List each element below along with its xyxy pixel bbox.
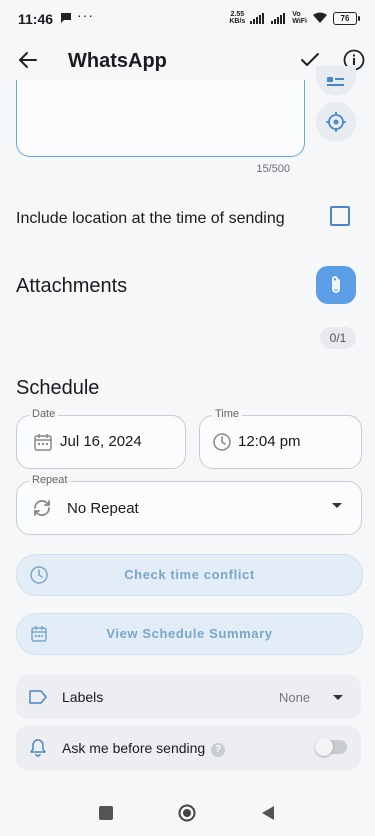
include-location-label: Include location at the time of sending — [16, 210, 285, 227]
attachments-title: Attachments — [16, 275, 128, 297]
attachment-count-badge: 0/1 — [320, 327, 356, 349]
vowifi-bottom: WiFi — [292, 18, 307, 25]
back-arrow-icon[interactable] — [16, 48, 40, 72]
clock-icon — [213, 433, 231, 451]
network-speed: 2.55 KB/s — [229, 11, 245, 25]
network-speed-value: 2.55 — [230, 11, 245, 18]
view-schedule-summary-button[interactable]: View Schedule Summary — [16, 613, 363, 655]
date-field-label: Date — [29, 408, 59, 420]
repeat-value: No Repeat — [67, 500, 139, 517]
check-time-conflict-label: Check time conflict — [124, 567, 255, 582]
dropdown-arrow-icon — [333, 695, 343, 700]
network-speed-unit: KB/s — [229, 18, 246, 25]
time-field-label: Time — [212, 408, 243, 420]
view-schedule-summary-label: View Schedule Summary — [106, 626, 273, 641]
include-location-checkbox[interactable] — [330, 206, 350, 226]
ask-before-sending-label: Ask me before sending? — [62, 740, 226, 757]
status-icons: 2.55 KB/s Vo WiFi 76 — [229, 11, 360, 25]
date-value: Jul 16, 2024 — [60, 433, 142, 450]
vowifi-top: Vo — [292, 11, 301, 18]
check-time-conflict-button[interactable]: Check time conflict — [16, 554, 363, 596]
repeat-icon — [34, 500, 50, 516]
message-notification-icon — [61, 13, 71, 23]
status-bar: 11:46 ··· 2.55 KB/s Vo WiFi 76 — [0, 0, 375, 40]
labels-value: None — [279, 690, 311, 705]
schedule-title: Schedule — [16, 377, 100, 399]
labels-dropdown[interactable]: Labels None — [16, 675, 361, 719]
system-nav-bar — [0, 790, 375, 836]
repeat-dropdown[interactable]: Repeat No Repeat — [16, 474, 362, 535]
nav-square-icon[interactable] — [99, 806, 113, 820]
ask-before-sending-row: Ask me before sending? — [16, 726, 361, 770]
signal-icon — [250, 12, 265, 24]
signal-icon-2 — [271, 12, 286, 24]
vowifi-indicator: Vo WiFi — [292, 11, 307, 25]
label-tag-icon — [29, 690, 47, 704]
ask-before-sending-text: Ask me before sending — [62, 740, 206, 756]
time-field[interactable]: Time 12:04 pm — [199, 408, 362, 469]
message-input[interactable] — [16, 80, 305, 157]
time-value: 12:04 pm — [238, 433, 301, 450]
wifi-icon — [313, 12, 327, 23]
ask-before-sending-toggle[interactable] — [315, 738, 347, 756]
status-time: 11:46 — [18, 11, 54, 27]
nav-back-triangle-icon[interactable] — [261, 806, 275, 820]
page-title: WhatsApp — [68, 50, 167, 72]
help-icon[interactable]: ? — [211, 743, 226, 757]
battery-indicator: 76 — [333, 11, 360, 25]
paperclip-icon — [332, 276, 340, 293]
location-pin-icon — [326, 112, 346, 132]
toggle-knob — [315, 738, 333, 756]
location-button[interactable] — [316, 102, 356, 142]
dropdown-arrow-icon — [332, 503, 342, 508]
bell-icon — [30, 739, 46, 757]
repeat-field-label: Repeat — [29, 474, 71, 486]
contact-card-button[interactable] — [316, 66, 356, 96]
more-notifications-icon: ··· — [77, 7, 94, 23]
add-attachment-button[interactable] — [316, 266, 356, 304]
character-counter: 15/500 — [256, 163, 290, 175]
contact-card-icon — [327, 77, 344, 86]
date-field[interactable]: Date Jul 16, 2024 — [16, 408, 186, 469]
nav-circle-icon[interactable] — [178, 804, 196, 822]
calendar-icon — [34, 434, 52, 451]
labels-label: Labels — [62, 689, 104, 705]
